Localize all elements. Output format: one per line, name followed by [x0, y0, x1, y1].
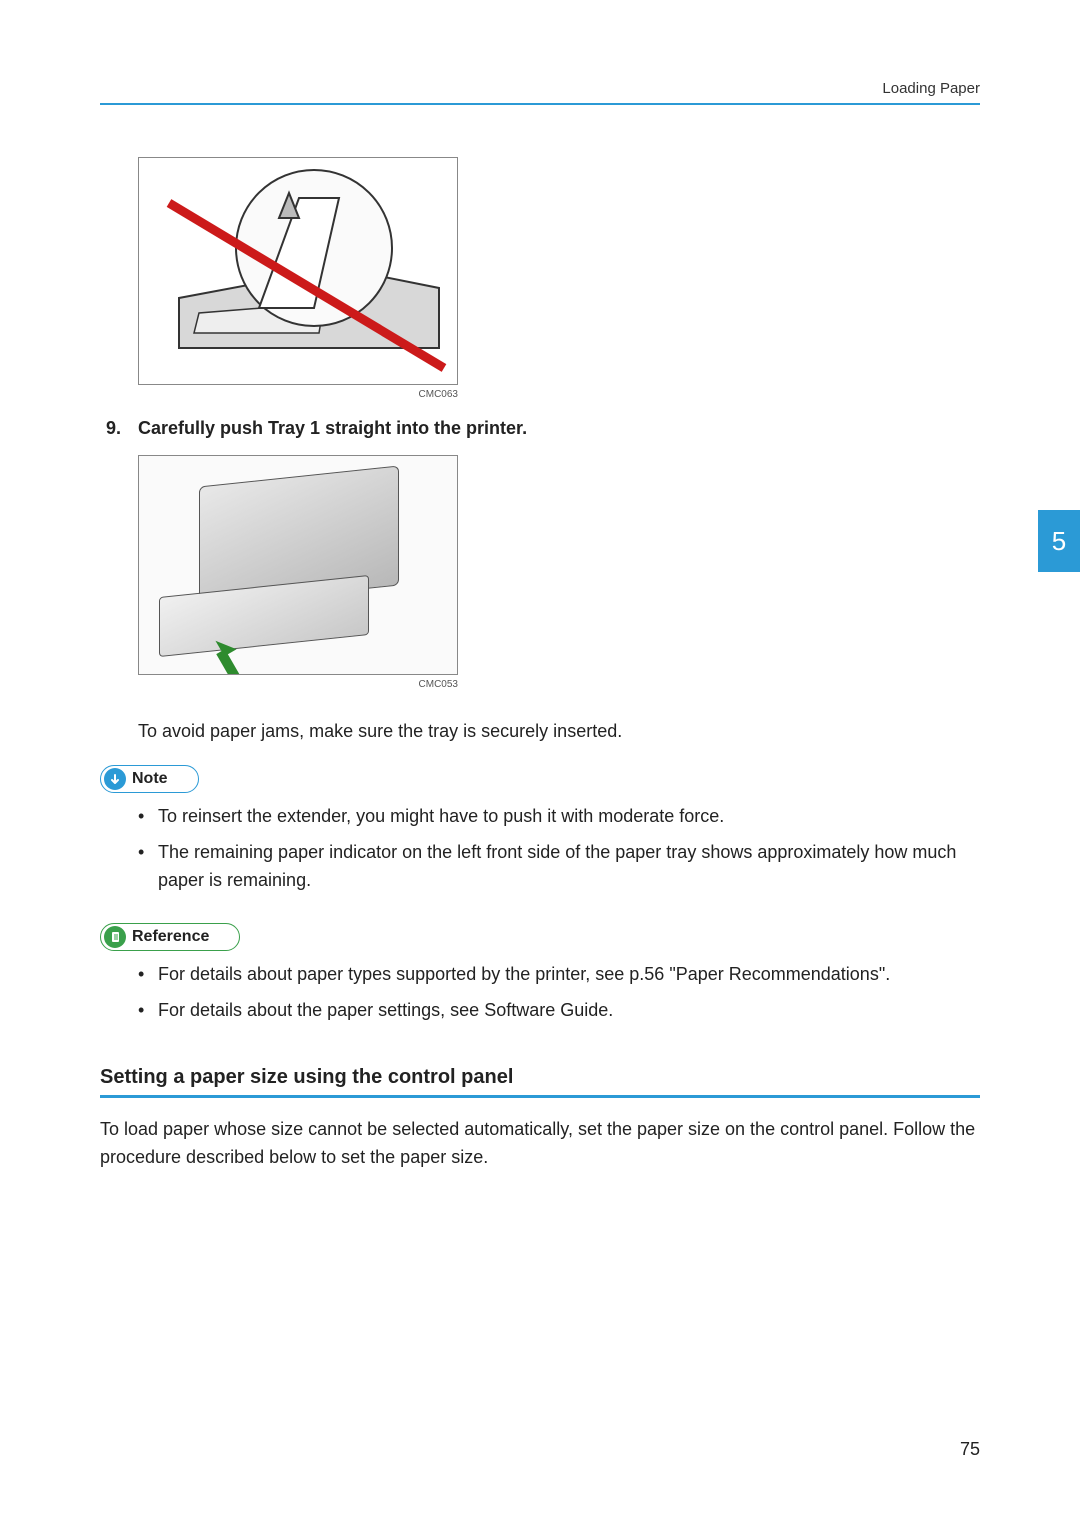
- list-item: For details about the paper settings, se…: [138, 997, 980, 1025]
- reference-label: Reference: [132, 928, 209, 946]
- down-arrow-icon: [104, 768, 126, 790]
- figure-tray-incorrect: [138, 157, 458, 385]
- step-9-number: 9.: [100, 418, 138, 439]
- printer-tray-wrong-svg: [139, 158, 458, 385]
- note-label: Note: [132, 770, 168, 788]
- list-item: For details about paper types supported …: [138, 961, 980, 989]
- printer-tray-shape: [159, 575, 369, 657]
- header-rule: [100, 103, 980, 105]
- page-content: Loading Paper CMC063 9. Carefully push T…: [100, 80, 980, 1172]
- chapter-tab: 5: [1038, 510, 1080, 572]
- chapter-number: 5: [1052, 526, 1066, 557]
- section-paragraph: To load paper whose size cannot be selec…: [100, 1116, 980, 1172]
- list-item: The remaining paper indicator on the lef…: [138, 839, 980, 895]
- running-header: Loading Paper: [100, 80, 980, 103]
- figure2-caption: CMC053: [100, 679, 458, 690]
- post-figure-text: To avoid paper jams, make sure the tray …: [138, 718, 980, 745]
- document-icon: [104, 926, 126, 948]
- section-heading: Setting a paper size using the control p…: [100, 1066, 980, 1098]
- note-list: To reinsert the extender, you might have…: [138, 803, 980, 895]
- step-9: 9. Carefully push Tray 1 straight into t…: [100, 418, 980, 439]
- page-number: 75: [960, 1439, 980, 1460]
- list-item: To reinsert the extender, you might have…: [138, 803, 980, 831]
- figure1-caption: CMC063: [100, 389, 458, 400]
- reference-list: For details about paper types supported …: [138, 961, 980, 1025]
- note-callout: Note: [100, 765, 199, 793]
- figure-push-tray: [138, 455, 458, 675]
- reference-callout: Reference: [100, 923, 240, 951]
- step-9-text: Carefully push Tray 1 straight into the …: [138, 418, 527, 439]
